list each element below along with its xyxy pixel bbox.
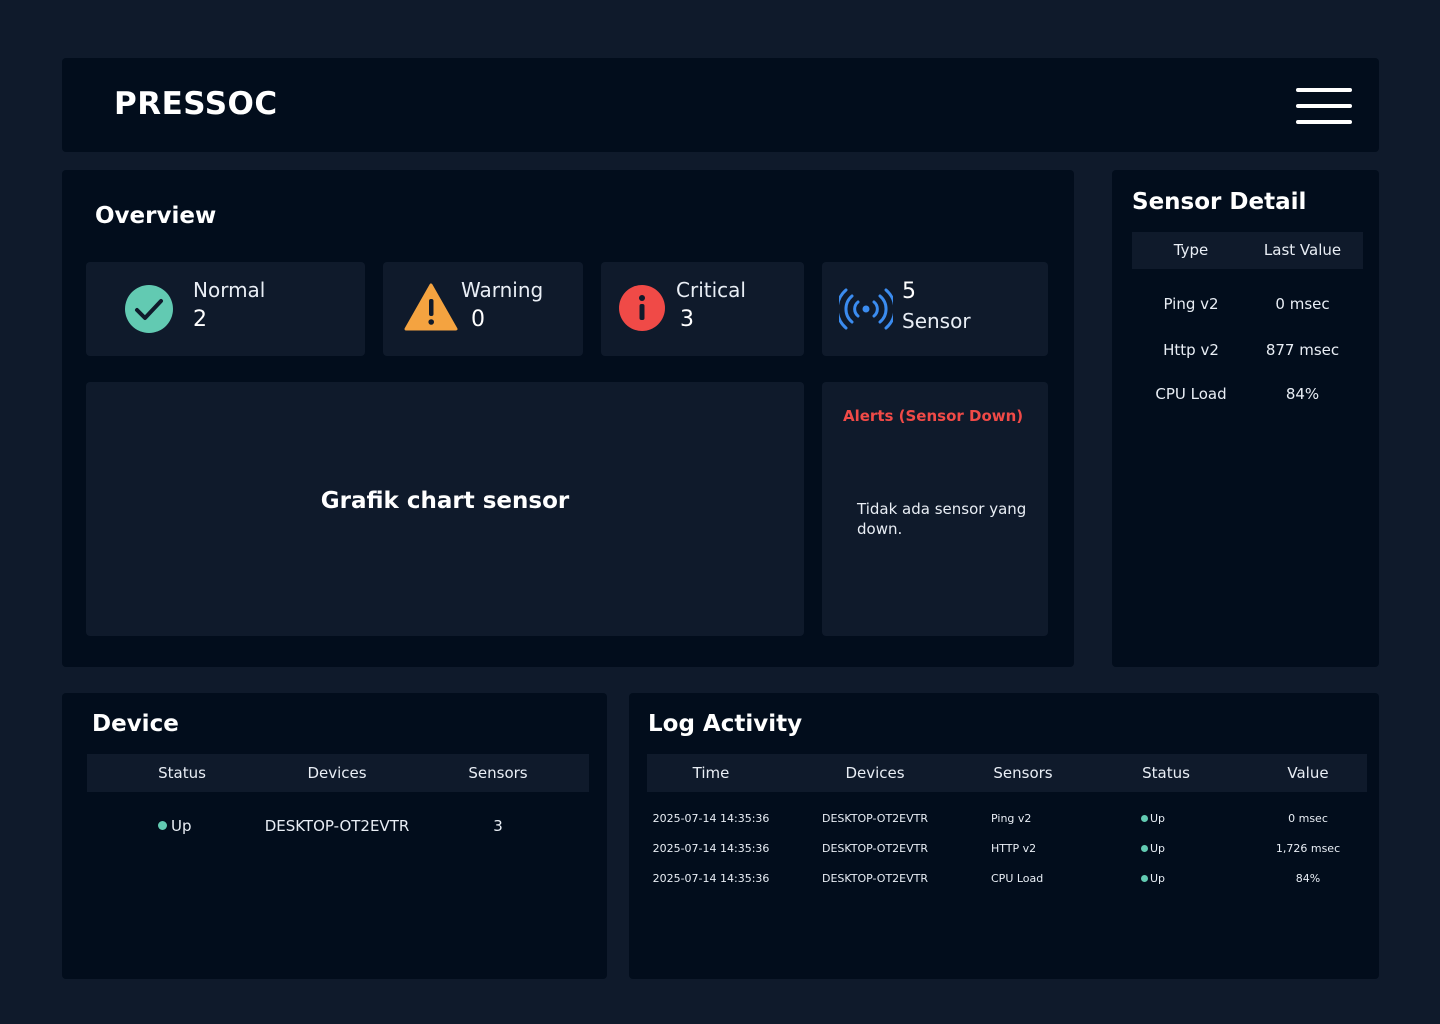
stat-label-sensor: Sensor <box>902 309 971 333</box>
log-value: 1,726 msec <box>1275 842 1341 855</box>
column-header-status: Status <box>1142 764 1190 782</box>
info-circle-icon <box>618 284 666 332</box>
sensor-last-value: 84% <box>1285 385 1320 403</box>
sensor-detail-panel: Sensor Detail Type Last Value Ping v2 0 … <box>1112 170 1379 667</box>
stat-label-normal: Normal <box>193 278 266 302</box>
stat-label-critical: Critical <box>676 278 746 302</box>
device-title: Device <box>92 711 179 737</box>
log-sensor: HTTP v2 <box>991 842 1037 855</box>
hamburger-menu-icon[interactable] <box>1294 86 1354 126</box>
status-up-dot <box>1141 815 1148 822</box>
log-device: DESKTOP-OT2EVTR <box>821 842 929 855</box>
device-panel: Device Status Devices Sensors Up DESKTOP… <box>62 693 607 979</box>
column-header-sensors: Sensors <box>468 764 528 782</box>
log-status: Up <box>1141 842 1201 855</box>
stat-card-sensor[interactable]: 5 Sensor <box>822 262 1048 356</box>
log-status-label: Up <box>1150 812 1166 825</box>
sensor-chart-area: Grafik chart sensor <box>86 382 804 636</box>
status-up-dot <box>158 821 167 830</box>
stat-card-normal[interactable]: Normal 2 <box>86 262 365 356</box>
device-status: Up <box>132 817 232 835</box>
stat-value-warning: 0 <box>471 307 485 332</box>
log-time: 2025-07-14 14:35:36 <box>652 842 770 855</box>
log-status-label: Up <box>1150 872 1166 885</box>
sensor-detail-table-header: Type Last Value <box>1132 232 1363 269</box>
device-table-header: Status Devices Sensors <box>87 754 589 792</box>
sensor-detail-row[interactable]: CPU Load 84% <box>1132 385 1363 409</box>
sensor-last-value: 0 msec <box>1275 295 1330 313</box>
sensor-detail-row[interactable]: Ping v2 0 msec <box>1132 295 1363 319</box>
table-row[interactable]: 2025-07-14 14:35:36 DESKTOP-OT2EVTR CPU … <box>647 870 1367 890</box>
overview-panel: Overview Normal 2 Warning 0 Critical 3 5… <box>62 170 1074 667</box>
log-sensor: Ping v2 <box>991 812 1032 825</box>
sensor-detail-title: Sensor Detail <box>1132 189 1307 215</box>
sensor-type: Http v2 <box>1163 341 1219 359</box>
column-header-sensors: Sensors <box>993 764 1053 782</box>
log-device: DESKTOP-OT2EVTR <box>821 812 929 825</box>
log-status: Up <box>1141 812 1201 825</box>
check-circle-icon <box>124 284 174 334</box>
log-status-label: Up <box>1150 842 1166 855</box>
device-name: DESKTOP-OT2EVTR <box>264 817 410 835</box>
stat-value-sensor: 5 <box>902 279 916 304</box>
table-row[interactable]: 2025-07-14 14:35:36 DESKTOP-OT2EVTR HTTP… <box>647 840 1367 860</box>
alerts-title: Alerts (Sensor Down) <box>843 407 1024 425</box>
stat-card-warning[interactable]: Warning 0 <box>383 262 583 356</box>
sensor-type: CPU Load <box>1155 385 1227 403</box>
log-value: 84% <box>1295 872 1321 885</box>
stat-card-critical[interactable]: Critical 3 <box>601 262 804 356</box>
warning-triangle-icon <box>404 282 458 332</box>
table-row[interactable]: 2025-07-14 14:35:36 DESKTOP-OT2EVTR Ping… <box>647 810 1367 830</box>
alerts-empty-message: Tidak ada sensor yang down. <box>857 500 1027 538</box>
device-sensor-count: 3 <box>493 817 503 835</box>
log-sensor: CPU Load <box>991 872 1044 885</box>
log-activity-title: Log Activity <box>648 711 803 737</box>
log-activity-panel: Log Activity Time Devices Sensors Status… <box>629 693 1379 979</box>
column-header-status: Status <box>158 764 206 782</box>
log-status: Up <box>1141 872 1201 885</box>
column-header-devices: Devices <box>845 764 905 782</box>
log-table-header: Time Devices Sensors Status Value <box>647 754 1367 792</box>
column-header-last-value: Last Value <box>1263 241 1342 259</box>
column-header-time: Time <box>692 764 730 782</box>
column-header-devices: Devices <box>307 764 367 782</box>
status-up-dot <box>1141 845 1148 852</box>
sensor-detail-row[interactable]: Http v2 877 msec <box>1132 341 1363 365</box>
alerts-card: Alerts (Sensor Down) Tidak ada sensor ya… <box>822 382 1048 636</box>
column-header-type: Type <box>1173 241 1209 259</box>
stat-value-critical: 3 <box>680 307 694 332</box>
chart-placeholder-text: Grafik chart sensor <box>320 488 570 514</box>
log-device: DESKTOP-OT2EVTR <box>821 872 929 885</box>
status-up-dot <box>1141 875 1148 882</box>
broadcast-icon <box>835 287 897 331</box>
sensor-last-value: 877 msec <box>1265 341 1340 359</box>
overview-title: Overview <box>95 203 217 229</box>
top-header: PRESSOC <box>62 58 1379 152</box>
stat-label-warning: Warning <box>461 278 544 302</box>
log-value: 0 msec <box>1288 812 1328 825</box>
brand-logo-text[interactable]: PRESSOC <box>114 86 278 122</box>
log-time: 2025-07-14 14:35:36 <box>652 872 770 885</box>
sensor-type: Ping v2 <box>1163 295 1219 313</box>
column-header-value: Value <box>1287 764 1329 782</box>
device-status-label: Up <box>171 817 192 835</box>
log-time: 2025-07-14 14:35:36 <box>652 812 770 825</box>
stat-value-normal: 2 <box>193 307 207 332</box>
